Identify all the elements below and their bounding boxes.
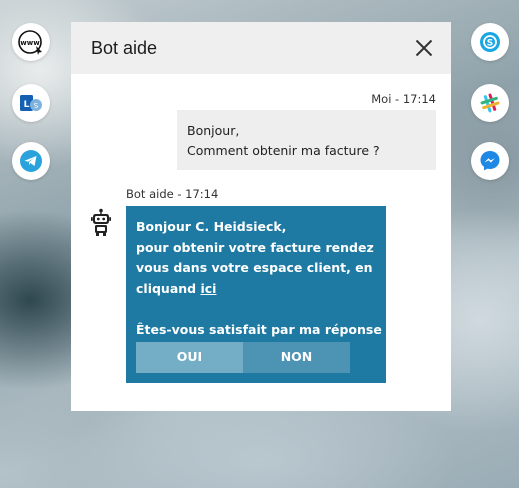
svg-text:S: S [487,39,493,49]
skype-icon[interactable]: S [471,23,509,61]
bot-message-text: cliquand [136,280,201,296]
chat-header: Bot aide [71,22,451,74]
svg-text:S: S [34,102,39,110]
satisfaction-buttons: OUI NON [136,342,350,373]
outlook-skype-icon[interactable]: L S [12,84,50,122]
invoice-link[interactable]: ici [200,281,216,296]
bot-message-line-with-link: cliquand ici [136,279,376,300]
user-message-meta: Moi - 17:14 [371,92,436,106]
user-message-bubble: Bonjour, Comment obtenir ma facture ? [177,110,436,170]
chat-window: Bot aide Moi - 17:14 Bonjour, Comment ob… [71,22,451,411]
www-icon[interactable]: www [12,23,50,61]
svg-text:L: L [24,100,30,110]
bot-message-bubble: Bonjour C. Heidsieck, pour obtenir votre… [126,206,394,383]
close-icon[interactable] [413,37,435,59]
yes-button[interactable]: OUI [136,342,243,373]
satisfaction-question: Êtes-vous satisfait par ma réponse ? [136,321,394,337]
no-button[interactable]: NON [243,342,350,373]
telegram-icon[interactable] [12,142,50,180]
bot-message-line: pour obtenir votre facture rendez [136,239,374,255]
messenger-icon[interactable] [471,142,509,180]
user-message-line: Bonjour, [187,123,240,138]
bot-message-meta: Bot aide - 17:14 [126,187,219,201]
slack-icon[interactable] [471,84,509,122]
chat-title: Bot aide [91,37,158,58]
robot-icon [90,208,112,236]
bot-message-line: Bonjour C. Heidsieck, [136,219,287,234]
user-message-line: Comment obtenir ma facture ? [187,143,380,158]
bot-message-line: vous dans votre espace client, en [136,260,373,275]
svg-text:www: www [20,39,40,47]
